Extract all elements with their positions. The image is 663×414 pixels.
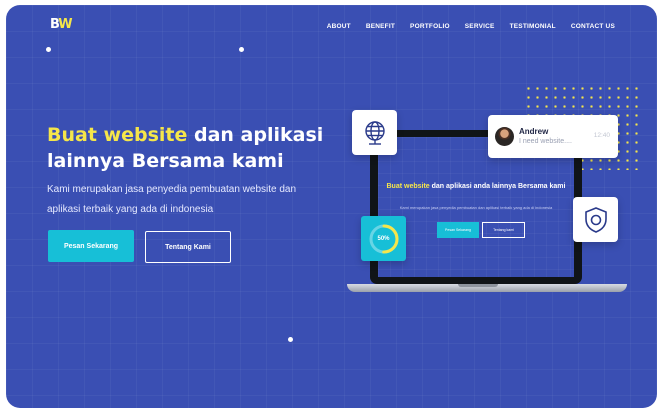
- nav-about[interactable]: ABOUT: [327, 23, 351, 30]
- page-frame: BW ABOUT BENEFIT PORTFOLIO SERVICE TESTI…: [6, 5, 657, 408]
- chat-card: Andrew I need website.... 12:40: [488, 115, 618, 158]
- globe-icon: [364, 120, 385, 145]
- shield-card: [573, 197, 618, 242]
- nav-service[interactable]: SERVICE: [465, 23, 495, 30]
- decor-dot: [239, 47, 244, 52]
- nav-contact-us[interactable]: CONTACT US: [571, 23, 615, 30]
- mockup-description: Kami merupakan jasa penyedia pembuatan d…: [399, 205, 553, 210]
- shield-icon: [584, 206, 607, 233]
- chat-message: I need website....: [519, 138, 572, 145]
- mockup-title: Buat website dan aplikasi anda lainnya B…: [386, 183, 566, 190]
- hero-title-highlight: Buat website: [47, 124, 188, 146]
- chat-time: 12:40: [593, 132, 610, 139]
- decor-dot: [288, 337, 293, 342]
- laptop-screen-preview: Buat website dan aplikasi anda lainnya B…: [378, 137, 574, 277]
- hero-title: Buat website dan aplikasi lainnya Bersam…: [47, 122, 347, 174]
- hero-description: Kami merupakan jasa penyedia pembuatan w…: [47, 184, 297, 215]
- nav-portfolio[interactable]: PORTFOLIO: [410, 23, 450, 30]
- progress-label: 50%: [377, 235, 390, 242]
- laptop-notch: [458, 284, 498, 287]
- mockup-order-button: Pesan Sekarang: [437, 222, 479, 238]
- main-nav: ABOUT BENEFIT PORTFOLIO SERVICE TESTIMON…: [327, 23, 615, 30]
- progress-card: 50%: [361, 216, 406, 261]
- avatar: [495, 127, 514, 146]
- globe-card: [352, 110, 397, 155]
- nav-benefit[interactable]: BENEFIT: [366, 23, 395, 30]
- about-us-button[interactable]: Tentang Kami: [145, 231, 231, 263]
- nav-testimonial[interactable]: TESTIMONIAL: [510, 23, 556, 30]
- brand-logo[interactable]: BW: [50, 17, 73, 32]
- decor-dot: [46, 47, 51, 52]
- order-now-button[interactable]: Pesan Sekarang: [48, 230, 134, 262]
- chat-sender-name: Andrew: [519, 127, 549, 136]
- mockup-about-button: Tentang kami: [482, 222, 525, 238]
